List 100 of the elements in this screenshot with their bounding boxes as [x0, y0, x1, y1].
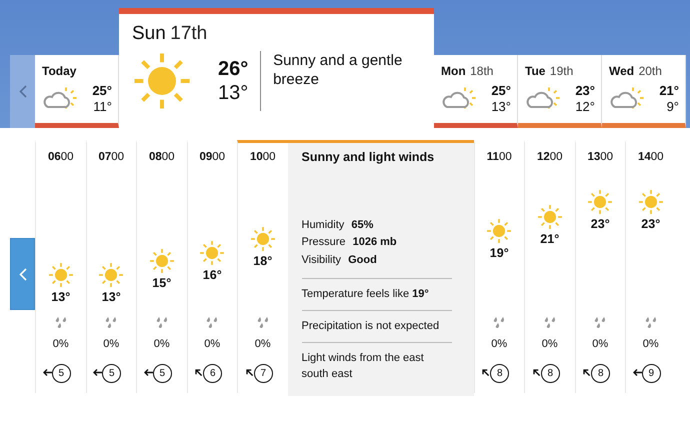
- temperature: 13°: [51, 289, 70, 306]
- day-tab[interactable]: Sun 17th 26° 13° Sunny and a gentle breeze: [119, 8, 434, 128]
- hour-time[interactable]: 1000: [250, 149, 276, 166]
- raindrops-icon: [154, 317, 169, 330]
- previous-hours-button[interactable]: [10, 238, 35, 310]
- wind-speed: 8: [591, 364, 610, 382]
- raindrops-icon: [542, 317, 557, 330]
- temperature: 13°: [102, 289, 121, 306]
- day-date: 19th: [550, 64, 574, 78]
- temperature: 21°: [540, 230, 560, 248]
- hour-time[interactable]: 1100: [486, 149, 512, 166]
- max-temperature: 25°: [491, 83, 511, 100]
- day-date: 17th: [170, 23, 208, 44]
- day-name: Today: [42, 64, 76, 78]
- raindrops-icon: [104, 317, 118, 330]
- stat-label: Humidity: [302, 218, 344, 231]
- sun-icon: [98, 262, 124, 288]
- detail-title: Sunny and light winds: [302, 149, 436, 166]
- detail-note: Temperature feels like 19°: [302, 278, 452, 310]
- hour-time[interactable]: 1400: [638, 149, 664, 166]
- hour-time[interactable]: 0800: [148, 149, 175, 166]
- day-date: 18th: [470, 64, 494, 78]
- raindrops-icon: [256, 317, 270, 330]
- stat-label: Visibility: [302, 254, 342, 266]
- min-temperature: 11°: [92, 99, 112, 116]
- precipitation-chance: 0%: [254, 336, 271, 352]
- wind-speed: 9: [642, 364, 661, 382]
- hour-column[interactable]: 0900 16° 0% 6: [186, 140, 237, 393]
- hour-column[interactable]: 1200 21° 0% 8: [524, 140, 574, 393]
- sun-icon: [587, 189, 614, 216]
- min-temperature: 13°: [218, 80, 248, 104]
- hour-time[interactable]: 0900: [199, 149, 226, 166]
- sun-icon: [148, 248, 175, 274]
- min-temperature: 12°: [575, 99, 595, 116]
- detail-note: Light winds from the east south east: [302, 342, 452, 390]
- day-tab[interactable]: Today 25° 11°: [35, 55, 119, 128]
- raindrops-icon: [205, 317, 220, 330]
- day-name: Tue: [525, 64, 546, 78]
- precipitation-chance: 0%: [154, 336, 170, 352]
- precipitation-chance: 0%: [491, 336, 508, 352]
- temperature: 16°: [202, 267, 222, 284]
- weather-description: Sunny and a gentle breeze: [273, 50, 404, 90]
- hour-column[interactable]: 1100 19° 0% 8: [474, 140, 524, 393]
- wind-speed: 6: [203, 364, 222, 382]
- precipitation-chance: 0%: [204, 336, 220, 352]
- precipitation-chance: 0%: [642, 336, 659, 352]
- min-temperature: 9°: [666, 99, 679, 116]
- raindrops-icon: [54, 317, 68, 330]
- stat-value: Good: [348, 254, 377, 266]
- hour-time[interactable]: 0700: [98, 149, 124, 166]
- temperature: 18°: [253, 252, 272, 270]
- hour-column[interactable]: 1300 23° 0% 8: [574, 140, 625, 393]
- sun-icon: [199, 240, 226, 266]
- previous-day-button[interactable]: [10, 55, 35, 128]
- raindrops-icon: [644, 317, 658, 330]
- day-name: Wed: [609, 64, 634, 78]
- wind-speed: 7: [254, 364, 273, 382]
- max-temperature: 25°: [92, 83, 112, 100]
- stat-label: Pressure: [302, 236, 346, 248]
- sun-icon: [638, 189, 664, 216]
- max-temperature: 26°: [218, 56, 248, 80]
- wind-speed: 5: [152, 364, 172, 382]
- day-tab[interactable]: Wed 20th 21° 9°: [602, 55, 686, 128]
- wind-speed: 8: [490, 364, 510, 382]
- wind-speed: 8: [540, 364, 560, 382]
- hour-column[interactable]: 0600 13° 0% 5: [35, 140, 86, 393]
- precipitation-chance: 0%: [103, 336, 120, 352]
- chevron-left-icon: [18, 85, 26, 98]
- precipitation-chance: 0%: [52, 336, 69, 352]
- chevron-left-icon: [18, 268, 26, 282]
- temperature: 23°: [590, 216, 610, 234]
- hour-column[interactable]: 0800 15° 0% 5: [136, 140, 186, 393]
- day-date: 20th: [638, 64, 662, 78]
- wind-speed: 5: [102, 364, 122, 382]
- hour-time[interactable]: 0600: [48, 149, 74, 166]
- min-temperature: 13°: [491, 99, 511, 116]
- hour-column[interactable]: 1400 23° 0% 9: [625, 140, 676, 393]
- stat-value: 1026 mb: [352, 236, 397, 248]
- day-name: Mon: [441, 64, 466, 78]
- day-name: Sun: [132, 23, 166, 44]
- detail-note: Precipitation is not expected: [302, 310, 452, 342]
- sun-icon: [536, 204, 563, 230]
- temperature: 23°: [641, 216, 660, 234]
- max-temperature: 23°: [575, 83, 595, 100]
- sun-icon: [486, 218, 512, 244]
- raindrops-icon: [492, 317, 506, 330]
- precipitation-chance: 0%: [592, 336, 608, 352]
- precipitation-chance: 0%: [542, 336, 558, 352]
- raindrops-icon: [593, 317, 608, 330]
- stat-value: 65%: [351, 218, 374, 231]
- day-tab[interactable]: Mon 18th 25° 13°: [434, 55, 518, 128]
- day-tab[interactable]: Tue 19th 23° 12°: [518, 55, 602, 128]
- max-temperature: 21°: [659, 83, 679, 100]
- hour-time[interactable]: 1200: [536, 149, 563, 166]
- wind-speed: 5: [52, 364, 71, 382]
- sun-icon: [132, 50, 192, 110]
- hour-column[interactable]: 0700 13° 0% 5: [86, 140, 136, 393]
- temperature: 19°: [490, 245, 509, 262]
- hour-time[interactable]: 1300: [587, 149, 614, 166]
- sun-icon: [48, 262, 74, 288]
